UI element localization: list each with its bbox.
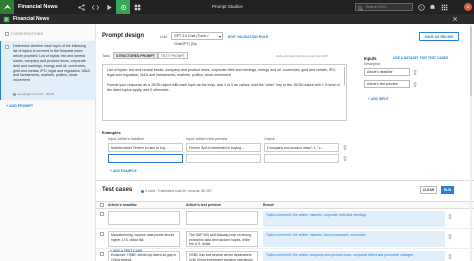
global-search[interactable]: Search DSS... <box>355 3 413 11</box>
main-scrollbar[interactable] <box>470 24 472 261</box>
app-logo[interactable] <box>0 0 14 14</box>
notifications-icon[interactable] <box>429 4 436 11</box>
headline-cell[interactable]: Manufacturing, vaccine data power stocks… <box>108 231 180 247</box>
row-checkbox[interactable] <box>100 252 104 256</box>
row-checkbox[interactable] <box>100 212 104 216</box>
llm-select[interactable]: GPT 3.5 Chat (Turbo / ChatGPT) (Op ▾ <box>171 32 223 46</box>
search-icon <box>358 5 363 11</box>
test-cases-meta: 3 rows · Estimated cost/1K records: $0.2… <box>141 189 212 193</box>
tab-structured-prompt[interactable]: STRUCTURED PROMPT <box>113 52 158 59</box>
prompt-studio-icon <box>3 16 10 22</box>
prompt-design-title: Prompt design <box>102 33 145 39</box>
row-checkbox[interactable] <box>100 232 104 236</box>
example-header-preview: Input: Article's text preview <box>186 137 228 141</box>
edit-validation-link[interactable]: EDIT VALIDATION RULE <box>228 35 268 39</box>
apps-grid-icon[interactable] <box>441 4 448 11</box>
column-header-result: Result <box>263 203 274 207</box>
top-navbar: Financial News Prompt Studios Search DSS… <box>0 0 474 14</box>
project-name[interactable]: Financial News <box>18 4 74 10</box>
llm-label: LLM <box>160 35 167 39</box>
description-label: Description <box>364 62 381 66</box>
code-nav-icon[interactable] <box>88 0 102 14</box>
delete-row-icon[interactable] <box>448 214 452 219</box>
close-icon[interactable] <box>452 16 458 22</box>
task-scrollbar[interactable] <box>343 67 345 85</box>
play-nav-icon[interactable] <box>102 0 116 14</box>
result-cell: Topics covered in the article: company a… <box>263 251 445 261</box>
chevron-down-icon: ▾ <box>218 34 221 39</box>
user-avatar[interactable]: A <box>464 3 472 11</box>
sidebar-header: CONVERSATIONS <box>5 32 43 36</box>
task-text: List of topics: fed and central banks, c… <box>107 68 340 92</box>
section-divider <box>96 180 474 181</box>
info-icon <box>141 189 144 193</box>
task-textarea[interactable]: List of topics: fed and central banks, c… <box>102 64 347 121</box>
delete-input-icon[interactable] <box>413 69 417 75</box>
delete-row-icon[interactable] <box>448 234 452 239</box>
inputs-title: Inputs <box>364 56 377 61</box>
test-cases-title: Test cases <box>102 187 133 193</box>
select-all-checkbox[interactable] <box>5 32 9 36</box>
input-field-headline[interactable]: Article's headline <box>364 68 410 76</box>
delete-example-icon[interactable] <box>343 145 347 150</box>
flow-nav-icon[interactable] <box>74 0 88 14</box>
column-header-headline: Article's headline <box>108 203 137 207</box>
example-headline-cell[interactable]: Nutella maker Ferrero in race to buy ... <box>108 143 183 152</box>
headline-cell[interactable] <box>108 211 180 225</box>
example-header-output: Output <box>264 137 275 141</box>
add-test-case-button[interactable]: + ADD A TEST CASE <box>110 249 142 253</box>
page-title: Prompt Studios <box>212 4 243 9</box>
tab-text-prompt[interactable]: TEXT PROMPT <box>157 52 188 59</box>
example-preview-cell[interactable]: Ferrero SpA is interested in buying ... <box>186 143 261 152</box>
help-icon[interactable]: ? <box>418 3 425 11</box>
delete-row-icon[interactable] <box>448 254 452 259</box>
preview-cell[interactable]: The S&P 500 and Nasdaq rose on strong ec… <box>186 231 258 247</box>
prompt-checkbox[interactable] <box>5 45 9 49</box>
result-cell: Topics covered in the article: markets, … <box>263 211 445 227</box>
test-table-header <box>96 201 474 209</box>
delete-input-icon[interactable] <box>413 81 417 87</box>
prompt-preview-text: Determine whether each topic of the foll… <box>13 44 90 83</box>
task-help-text: Define the task that the prompt must ful… <box>276 54 328 58</box>
add-prompt-button[interactable]: + ADD PROMPT <box>6 104 33 108</box>
scrollbar-thumb[interactable] <box>470 26 472 96</box>
preview-cell[interactable]: HSBC has lost several senior dealmakers … <box>186 251 258 261</box>
run-button[interactable]: RUN <box>441 186 454 194</box>
prompt-meta: openai/gpt-3.5-turbo · $0.00 <box>13 92 54 96</box>
prompts-sidebar: CONVERSATIONS Determine whether each top… <box>0 24 96 261</box>
examples-title: Examples <box>102 130 121 135</box>
delete-example-icon[interactable] <box>343 156 347 161</box>
column-header-preview: Article's text preview <box>186 203 221 207</box>
svg-text:?: ? <box>420 5 422 9</box>
dashboard-nav-icon[interactable] <box>130 0 144 14</box>
example-output-cell[interactable]: {"company and product news": 1, "c... <box>264 143 339 152</box>
example-output-cell[interactable] <box>264 154 339 163</box>
clear-button[interactable]: CLEAR <box>420 186 437 194</box>
select-all-rows-checkbox[interactable] <box>100 203 104 207</box>
lab-nav-icon[interactable] <box>116 0 130 14</box>
search-placeholder: Search DSS... <box>366 5 389 9</box>
main-panel: Prompt design LLM GPT 3.5 Chat (Turbo / … <box>96 24 474 261</box>
studio-name: Financial News <box>13 16 50 22</box>
input-field-preview[interactable]: Article's text preview <box>364 80 410 88</box>
save-as-recipe-button[interactable]: SAVE AS RECIPE <box>419 32 459 41</box>
use-dataset-link[interactable]: USE A DATASET FOR TEST CASES <box>393 56 448 60</box>
result-cell: Topics covered in the article: markets, … <box>263 231 445 247</box>
bird-logo-icon <box>3 4 11 9</box>
add-example-button[interactable]: + ADD EXAMPLE <box>110 169 137 173</box>
example-preview-cell[interactable] <box>186 154 261 163</box>
model-icon <box>13 92 16 96</box>
studio-header: Financial News <box>0 14 474 24</box>
prompt-list-item[interactable]: Determine whether each topic of the foll… <box>0 41 96 100</box>
task-label: Task <box>102 54 110 58</box>
add-input-button[interactable]: + ADD INPUT <box>368 97 389 101</box>
example-headline-cell[interactable] <box>108 154 183 163</box>
preview-cell[interactable] <box>186 211 258 225</box>
example-header-headline: Input: Article's headline <box>108 137 144 141</box>
prompt-mode-tabs: STRUCTURED PROMPT TEXT PROMPT <box>113 52 188 59</box>
